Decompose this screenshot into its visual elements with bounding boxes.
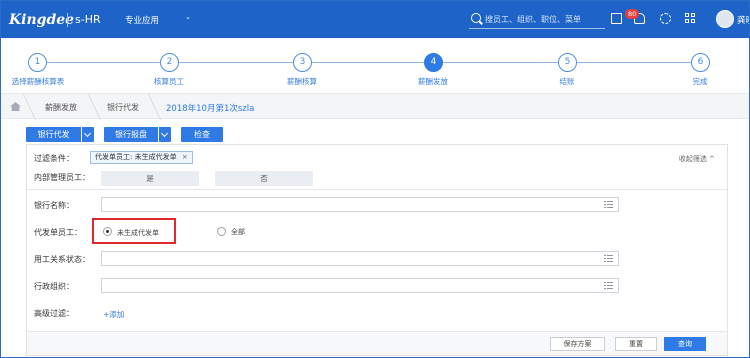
filter-condition-label: 过滤条件： [34, 154, 74, 163]
step-1-circle[interactable]: 1 [28, 53, 47, 72]
close-icon[interactable]: × [182, 153, 188, 161]
breadcrumb-item-payroll-payment[interactable]: 薪酬发放 [45, 102, 77, 113]
global-search-input[interactable]: 搜员工、组织、职位、菜单 [485, 14, 581, 25]
product-name: s-HR [75, 13, 101, 26]
kingdee-logo[interactable]: Kingdee [9, 12, 74, 28]
radio-not-generated-label[interactable]: 未生成代发单 [117, 228, 159, 238]
list-picker-icon[interactable] [604, 201, 613, 209]
bank-name-field[interactable] [101, 197, 619, 212]
filter-condition-tag[interactable]: 代发单员工: 未生成代发单 × [90, 151, 193, 164]
radio-all-label[interactable]: 全部 [231, 227, 245, 237]
image-icon[interactable] [611, 13, 622, 24]
step-4-circle[interactable]: 4 [424, 53, 443, 72]
search-underline [469, 28, 605, 29]
chevron-down-icon[interactable]: ⌄ [185, 13, 191, 21]
bank-report-label: 银行报盘 [115, 130, 147, 139]
save-plan-button[interactable]: 保存方案 [550, 337, 605, 351]
gear-icon[interactable] [660, 13, 671, 24]
breadcrumb-item-bank-payment[interactable]: 银行代发 [107, 102, 139, 113]
advanced-filter-label: 高级过滤： [34, 309, 74, 318]
step-6-label[interactable]: 完成 [655, 76, 745, 87]
org-label: 行政组织： [34, 282, 74, 291]
user-name[interactable]: 龚晓 [737, 14, 749, 26]
step-3-label[interactable]: 薪酬核算 [257, 76, 347, 87]
bank-payment-button[interactable]: 银行代发 [26, 127, 94, 142]
bank-report-button[interactable]: 银行报盘 [104, 127, 171, 142]
list-picker-icon[interactable] [604, 282, 613, 290]
step-5-label[interactable]: 结账 [522, 76, 612, 87]
step-connector [312, 62, 424, 63]
step-2-circle[interactable]: 2 [160, 53, 179, 72]
step-6-circle[interactable]: 6 [691, 53, 710, 72]
org-field[interactable] [101, 278, 619, 293]
breadcrumb-separator [78, 94, 101, 120]
radio-not-generated[interactable] [103, 227, 112, 236]
add-filter-link[interactable]: +添加 [103, 309, 124, 320]
top-bar: Kingdee s-HR 专业应用 ⌄ 搜员工、组织、职位、菜单 80 龚晓 [1, 1, 749, 38]
filter-divider [27, 189, 727, 190]
breadcrumb: 薪酬发放 银行代发 2018年10月第1次szla [1, 93, 749, 120]
bank-name-label: 银行名称： [34, 201, 74, 210]
notification-badge: 80 [625, 9, 640, 19]
step-4-label[interactable]: 薪酬发放 [388, 76, 478, 87]
list-picker-icon[interactable] [604, 255, 613, 263]
progress-steps: 1 选择薪酬核算表 2 核算员工 3 薪酬核算 4 薪酬发放 5 结账 6 完成 [1, 38, 749, 90]
step-1-label[interactable]: 选择薪酬核算表 [1, 76, 83, 87]
filter-panel: 过滤条件： 代发单员工: 未生成代发单 × 收起筛选 ^ 内部管理员工： 是 否… [26, 144, 728, 356]
step-5-circle[interactable]: 5 [558, 53, 577, 72]
search-icon[interactable] [471, 13, 481, 23]
step-2-label[interactable]: 核算员工 [124, 76, 214, 87]
internal-option-yes[interactable]: 是 [101, 171, 199, 186]
step-connector [47, 62, 160, 63]
app-grid-icon[interactable] [685, 13, 695, 23]
employment-status-field[interactable] [101, 251, 619, 266]
query-button[interactable]: 查询 [664, 337, 706, 351]
filter-footer: 保存方案 重置 查询 [27, 331, 727, 355]
step-3-circle[interactable]: 3 [293, 53, 312, 72]
collapse-filter-toggle[interactable]: 收起筛选 ^ [679, 154, 715, 164]
logo-divider [67, 13, 68, 27]
internal-option-no[interactable]: 否 [215, 171, 313, 186]
check-button[interactable]: 检查 [181, 127, 223, 142]
chevron-down-icon[interactable] [81, 127, 94, 142]
employment-status-label: 用工关系状态： [34, 255, 90, 264]
internal-employee-label: 内部管理员工： [34, 173, 90, 182]
radio-all[interactable] [217, 227, 226, 236]
reset-button[interactable]: 重置 [615, 337, 657, 351]
step-connector [443, 62, 558, 63]
payment-employee-label: 代发单员工： [34, 228, 82, 237]
filter-condition-text: 代发单员工: 未生成代发单 [95, 153, 177, 161]
step-connector [179, 62, 293, 63]
breadcrumb-current-period: 2018年10月第1次szla [166, 104, 255, 114]
breadcrumb-separator [138, 94, 161, 120]
avatar[interactable] [716, 10, 734, 28]
app-window: Kingdee s-HR 专业应用 ⌄ 搜员工、组织、职位、菜单 80 龚晓 1… [0, 0, 750, 358]
chevron-down-icon[interactable] [158, 127, 171, 142]
bank-payment-label: 银行代发 [37, 130, 70, 139]
step-connector [577, 62, 691, 63]
menu-professional-apps[interactable]: 专业应用 [125, 14, 159, 26]
